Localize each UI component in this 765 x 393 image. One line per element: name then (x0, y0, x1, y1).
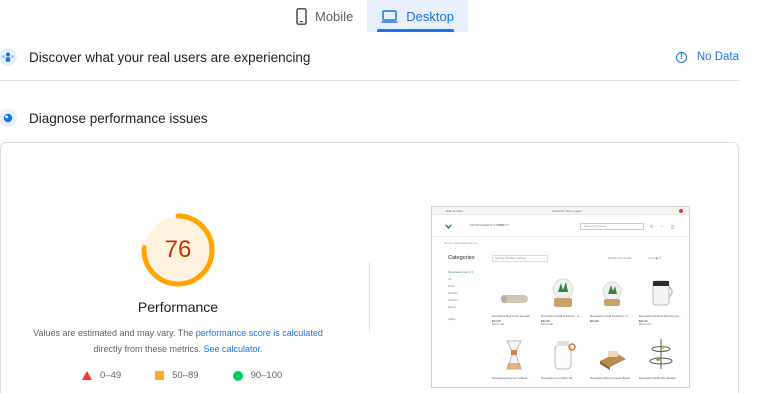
shot-side-bottom: Utility (448, 317, 456, 321)
field-data-section: Discover what your real users are experi… (0, 46, 739, 68)
desc-text-2: directly from these metrics. (93, 344, 204, 354)
shot-cart-dot (679, 209, 683, 213)
shot-nav-link-2: UTILITY (498, 223, 510, 227)
shot-product-card: Decorative Small Terrarium - Is… $32.00 … (541, 273, 585, 329)
square-icon (155, 371, 165, 380)
legend-average-range: 50–89 (172, 370, 199, 381)
shot-side-link: Kitchen (448, 298, 459, 302)
shot-side-link: Decorative Items ▾ (448, 270, 473, 274)
shot-product-card: Decorative Metal Wire Basket (639, 335, 683, 387)
legend-fail-range: 0–49 (100, 370, 122, 381)
terrarium-image (541, 273, 585, 313)
shot-breadcrumb: Home / Decorative items (444, 241, 477, 245)
basket-image (639, 335, 683, 375)
shot-side-link: Décor (448, 305, 457, 309)
shot-result-count: Showing 8 results (608, 256, 632, 260)
section-divider (0, 80, 739, 81)
see-calculator-link[interactable]: See calculator. (203, 344, 262, 354)
shot-logo-icon (444, 224, 453, 230)
device-tabs: Mobile Desktop (282, 0, 468, 32)
shot-product-card: Decorative Wood Cheese Board (590, 335, 634, 387)
shot-sidebar: Decorative Items ▾ All New Garden Kitche… (448, 269, 473, 323)
legend-pass: 90–100 (232, 370, 283, 381)
final-screenshot[interactable]: Sale & Clear Featured: Store pages MICRO… (431, 206, 690, 388)
lab-icon (0, 109, 17, 127)
shot-product-card: Decorative Rug Linen Wooden $24.00 Add t… (492, 273, 536, 329)
legend-average: 50–89 (155, 370, 199, 381)
tab-mobile-label: Mobile (315, 8, 354, 24)
tab-mobile[interactable]: Mobile (282, 0, 367, 32)
shot-side-link: All (448, 277, 452, 281)
board-image (590, 335, 634, 375)
shot-view-toggle: View ▦ ☰ (648, 256, 662, 260)
no-data-indicator[interactable]: ! No Data (675, 51, 739, 63)
field-data-title: Discover what your real users are experi… (29, 49, 311, 65)
chemex-image (492, 335, 536, 375)
shot-product-card: Decorative 1 Lt Kilner Jar (541, 335, 585, 387)
desc-text-1: Values are estimated and may vary. The (33, 328, 196, 338)
performance-label: Performance (137, 299, 219, 315)
vertical-divider (369, 262, 370, 332)
score-legend: 0–49 50–89 90–100 (82, 370, 316, 381)
lab-data-title: Diagnose performance issues (29, 110, 208, 126)
laptop-icon (381, 9, 398, 23)
legend-fail: 0–49 (82, 370, 121, 381)
users-icon (0, 48, 17, 66)
shot-topbar-center: Featured: Store pages (552, 209, 582, 213)
jar-image (541, 335, 585, 375)
no-data-label: No Data (696, 51, 739, 63)
shot-product-card: Decorative Chemex Coffeem… (492, 335, 536, 387)
terrarium-small-image (590, 273, 634, 313)
rug-image (492, 273, 536, 313)
shot-product-grid: Decorative Rug Linen Wooden $24.00 Add t… (492, 273, 684, 387)
shot-header-icons: ⚲ ♡ ◫ (650, 224, 678, 229)
circle-icon (232, 370, 243, 381)
shot-topbar: Sale & Clear Featured: Store pages (432, 207, 689, 215)
shot-product-card: Decorative Small Terrarium - It… $24.00 (590, 273, 634, 329)
shot-topbar-left: Sale & Clear (446, 209, 463, 213)
performance-description: Values are estimated and may vary. The p… (18, 325, 338, 357)
shot-side-link: New (448, 284, 455, 288)
lab-data-section: Diagnose performance issues (0, 107, 739, 129)
shot-search: Search for items (580, 223, 644, 230)
legend-pass-range: 90–100 (250, 370, 283, 381)
tab-desktop[interactable]: Desktop (367, 0, 468, 32)
shot-categories-title: Categories (448, 255, 475, 261)
tab-desktop-label: Desktop (406, 8, 454, 24)
performance-score: 76 (164, 236, 192, 263)
phone-icon (296, 7, 307, 25)
triangle-icon (82, 371, 92, 380)
shot-product-card: Decorative Ceramic Brewing Sy… $32.00 Ad… (639, 273, 683, 329)
shot-nav: MICROGREENS STORE UTILITY Search for ite… (432, 217, 689, 237)
shot-sort-select: Sort by: Default sorting (492, 255, 548, 262)
brewer-image (639, 273, 683, 313)
performance-score-link[interactable]: performance score is calculated (196, 328, 323, 338)
shot-side-link: Garden (448, 291, 459, 295)
info-icon: ! (675, 51, 687, 63)
